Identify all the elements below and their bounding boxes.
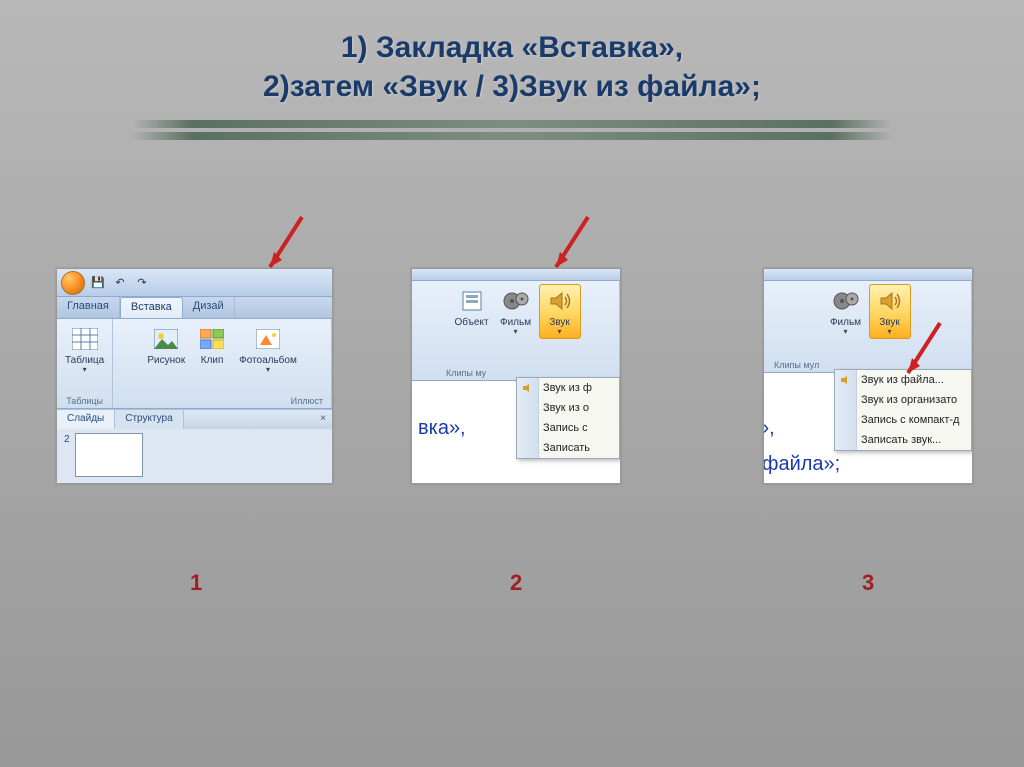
dropdown-arrow-icon: ▾ — [558, 328, 562, 336]
qat-save-icon[interactable]: 💾 — [89, 274, 107, 292]
picture-button[interactable]: Рисунок — [143, 322, 189, 377]
close-icon[interactable]: × — [314, 410, 332, 429]
tab-insert[interactable]: Вставка — [120, 297, 183, 318]
qat-undo-icon[interactable]: ↶ — [111, 274, 129, 292]
underlying-text-3: файла»; — [763, 453, 840, 476]
menu-sound-from-organizer[interactable]: Звук из организато — [835, 390, 971, 410]
album-icon — [254, 325, 282, 353]
slide-number: 2 — [64, 434, 70, 445]
dropdown-arrow-icon: ▾ — [83, 366, 87, 374]
decorative-divider — [132, 120, 892, 142]
slide-title: 1) Закладка «Вставка», 2)затем «Звук / 3… — [0, 0, 1024, 106]
panel-tabs: Слайды Структура × — [57, 409, 332, 429]
menu-record-sound[interactable]: Записать звук... — [835, 430, 971, 450]
speaker-icon — [546, 287, 574, 315]
qat-redo-icon[interactable]: ↷ — [133, 274, 151, 292]
object-button[interactable]: Объект — [450, 284, 492, 339]
dropdown-arrow-icon: ▾ — [514, 328, 518, 336]
clip-label: Клип — [201, 355, 224, 366]
menu-record-sound[interactable]: Записать — [517, 438, 619, 458]
table-icon — [71, 325, 99, 353]
tab-structure[interactable]: Структура — [115, 410, 183, 429]
arrow-3 — [890, 318, 950, 388]
picture-label: Рисунок — [147, 355, 185, 366]
sound-button[interactable]: Звук ▾ — [539, 284, 581, 339]
object-label: Объект — [454, 317, 488, 328]
group-illus-label: Иллюст — [117, 395, 327, 406]
speaker-icon — [876, 287, 904, 315]
menu-record-cd[interactable]: Запись с компакт-д — [835, 410, 971, 430]
dropdown-arrow-icon: ▾ — [843, 328, 847, 336]
clip-icon — [198, 325, 226, 353]
film-button[interactable]: Фильм ▾ — [495, 284, 537, 339]
sound-dropdown-menu: Звук из ф Звук из о Запись с Записать — [516, 377, 620, 459]
step-number-2: 2 — [510, 570, 522, 596]
picture-icon — [152, 325, 180, 353]
menu-record-cd[interactable]: Запись с — [517, 418, 619, 438]
album-button[interactable]: Фотоальбом ▾ — [235, 322, 301, 377]
slide-thumbnail[interactable]: 2 — [75, 433, 143, 477]
dropdown-arrow-icon: ▾ — [266, 366, 270, 374]
office-button[interactable] — [61, 271, 85, 295]
menu-sound-from-file[interactable]: Звук из ф — [517, 378, 619, 398]
film-icon — [502, 287, 530, 315]
step-number-1: 1 — [190, 570, 202, 596]
step-number-3: 3 — [862, 570, 874, 596]
ribbon: Таблица ▾ Таблицы Рисунок — [57, 319, 332, 409]
tab-slides[interactable]: Слайды — [57, 410, 115, 429]
menu-sound-from-organizer[interactable]: Звук из о — [517, 398, 619, 418]
object-icon — [458, 287, 486, 315]
ribbon-tabs: Главная Вставка Дизай — [57, 297, 332, 319]
film-button[interactable]: Фильм ▾ — [825, 284, 867, 339]
arrow-2 — [538, 212, 598, 282]
tab-design[interactable]: Дизай — [183, 297, 235, 318]
clip-button[interactable]: Клип — [191, 322, 233, 377]
arrow-1 — [252, 212, 312, 282]
slide-thumbnail-panel: 2 — [57, 429, 332, 484]
title-line-1: 1) Закладка «Вставка», — [0, 28, 1024, 67]
speaker-small-icon — [839, 373, 853, 387]
tab-home[interactable]: Главная — [57, 297, 120, 318]
screenshot-1: 💾 ↶ ↷ Главная Вставка Дизай Таблица ▾ — [56, 268, 333, 484]
underlying-text-2: », — [763, 417, 775, 440]
group-tables-label: Таблицы — [61, 395, 108, 406]
screenshot-2: Объект Фильм ▾ Звук ▾ — [411, 268, 621, 484]
table-button[interactable]: Таблица ▾ — [61, 322, 108, 377]
title-line-2: 2)затем «Звук / 3)Звук из файла»; — [0, 67, 1024, 106]
underlying-text-1: вка», — [418, 417, 466, 440]
speaker-small-icon — [521, 381, 535, 395]
film-icon — [832, 287, 860, 315]
